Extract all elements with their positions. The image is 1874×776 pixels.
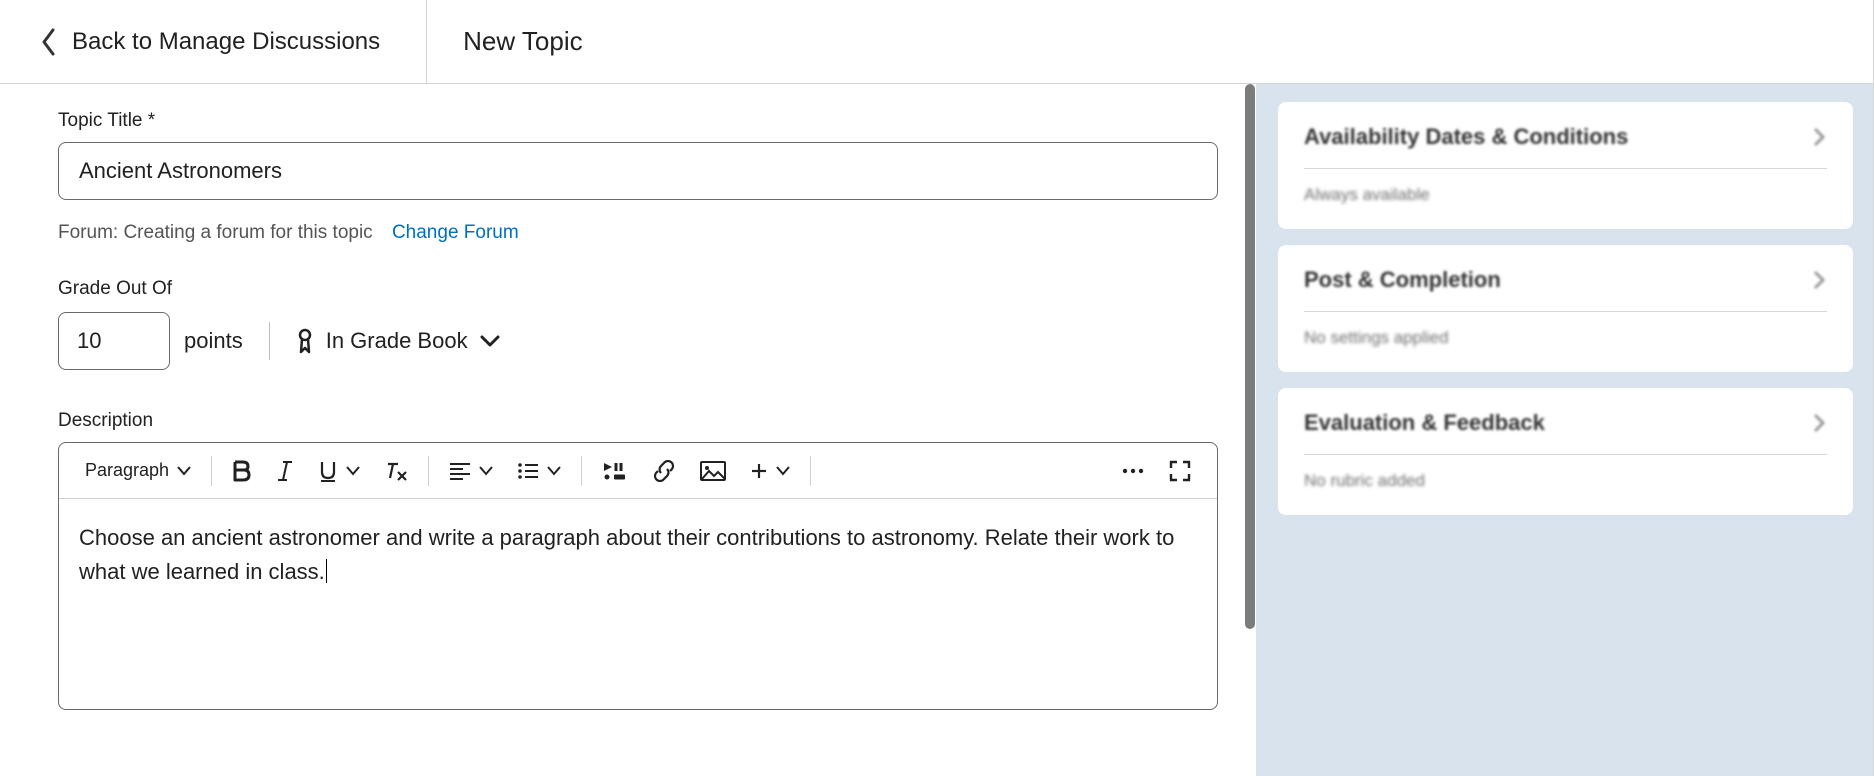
panel-subtitle: No rubric added [1304, 471, 1827, 491]
insert-link-button[interactable] [640, 451, 688, 491]
in-grade-book-dropdown[interactable]: In Grade Book [296, 328, 500, 354]
divider [810, 456, 811, 486]
panel-divider [1304, 311, 1827, 312]
chevron-right-icon [1811, 127, 1827, 147]
fullscreen-icon [1169, 460, 1191, 482]
chevron-down-icon [177, 466, 191, 476]
panel-subtitle: No settings applied [1304, 328, 1827, 348]
panel-divider [1304, 168, 1827, 169]
panel-availability[interactable]: Availability Dates & Conditions Always a… [1278, 102, 1853, 229]
topic-title-input[interactable] [58, 142, 1218, 200]
divider [269, 322, 270, 360]
in-grade-book-label: In Grade Book [326, 328, 468, 354]
insert-stuff-button[interactable] [590, 451, 640, 491]
fullscreen-button[interactable] [1157, 451, 1203, 491]
chevron-right-icon [1811, 270, 1827, 290]
panel-title: Evaluation & Feedback [1304, 410, 1545, 436]
chevron-down-icon [776, 466, 790, 476]
description-label: Description [58, 410, 1244, 432]
block-style-label: Paragraph [85, 460, 169, 481]
list-icon [517, 462, 539, 480]
forum-row: Forum: Creating a forum for this topic C… [58, 222, 1244, 244]
clear-format-icon [384, 460, 408, 482]
change-forum-link[interactable]: Change Forum [392, 222, 519, 243]
side-panels: Availability Dates & Conditions Always a… [1256, 84, 1874, 776]
panel-divider [1304, 454, 1827, 455]
chevron-right-icon [1811, 413, 1827, 433]
ellipsis-icon [1121, 467, 1145, 475]
back-link[interactable]: Back to Manage Discussions [0, 0, 427, 83]
insert-stuff-icon [602, 461, 628, 481]
grade-label: Grade Out Of [58, 278, 1244, 300]
grade-row: points In Grade Book [58, 312, 1244, 370]
scrollbar-thumb[interactable] [1245, 84, 1255, 629]
editor-toolbar: Paragraph [59, 443, 1217, 499]
plus-icon [750, 462, 768, 480]
chevron-down-icon [547, 466, 561, 476]
panel-post-completion[interactable]: Post & Completion No settings applied [1278, 245, 1853, 372]
panel-subtitle: Always available [1304, 185, 1827, 205]
more-actions-button[interactable] [1109, 451, 1157, 491]
page-body: Topic Title * Forum: Creating a forum fo… [0, 84, 1874, 776]
description-editor: Paragraph [58, 442, 1218, 710]
bold-button[interactable] [220, 451, 264, 491]
underline-icon [318, 460, 338, 482]
italic-button[interactable] [264, 451, 306, 491]
chevron-down-icon [480, 334, 500, 348]
page-title: New Topic [427, 26, 582, 57]
bold-icon [232, 460, 252, 482]
underline-dropdown[interactable] [306, 451, 372, 491]
align-dropdown[interactable] [437, 451, 505, 491]
topic-title-label: Topic Title * [58, 110, 1244, 132]
image-icon [700, 461, 726, 481]
panel-title: Availability Dates & Conditions [1304, 124, 1628, 150]
panel-header[interactable]: Evaluation & Feedback [1304, 410, 1827, 436]
list-dropdown[interactable] [505, 451, 573, 491]
panel-header[interactable]: Availability Dates & Conditions [1304, 124, 1827, 150]
chevron-down-icon [346, 466, 360, 476]
insert-more-dropdown[interactable] [738, 451, 802, 491]
page-header: Back to Manage Discussions New Topic [0, 0, 1874, 84]
chevron-down-icon [479, 466, 493, 476]
chevron-left-icon [40, 28, 58, 56]
divider [211, 456, 212, 486]
align-left-icon [449, 462, 471, 480]
forum-status-text: Forum: Creating a forum for this topic [58, 222, 373, 243]
link-icon [652, 460, 676, 482]
main-scrollbar[interactable] [1244, 84, 1256, 776]
main-form: Topic Title * Forum: Creating a forum fo… [0, 84, 1244, 776]
panel-evaluation[interactable]: Evaluation & Feedback No rubric added [1278, 388, 1853, 515]
back-label: Back to Manage Discussions [72, 28, 380, 56]
divider [428, 456, 429, 486]
italic-icon [276, 460, 294, 482]
block-style-dropdown[interactable]: Paragraph [73, 451, 203, 491]
panel-title: Post & Completion [1304, 267, 1501, 293]
divider [581, 456, 582, 486]
description-textarea[interactable]: Choose an ancient astronomer and write a… [59, 499, 1217, 709]
insert-image-button[interactable] [688, 451, 738, 491]
panel-header[interactable]: Post & Completion [1304, 267, 1827, 293]
ribbon-icon [296, 328, 314, 354]
grade-points-input[interactable] [58, 312, 170, 370]
points-label: points [184, 328, 243, 354]
clear-formatting-button[interactable] [372, 451, 420, 491]
